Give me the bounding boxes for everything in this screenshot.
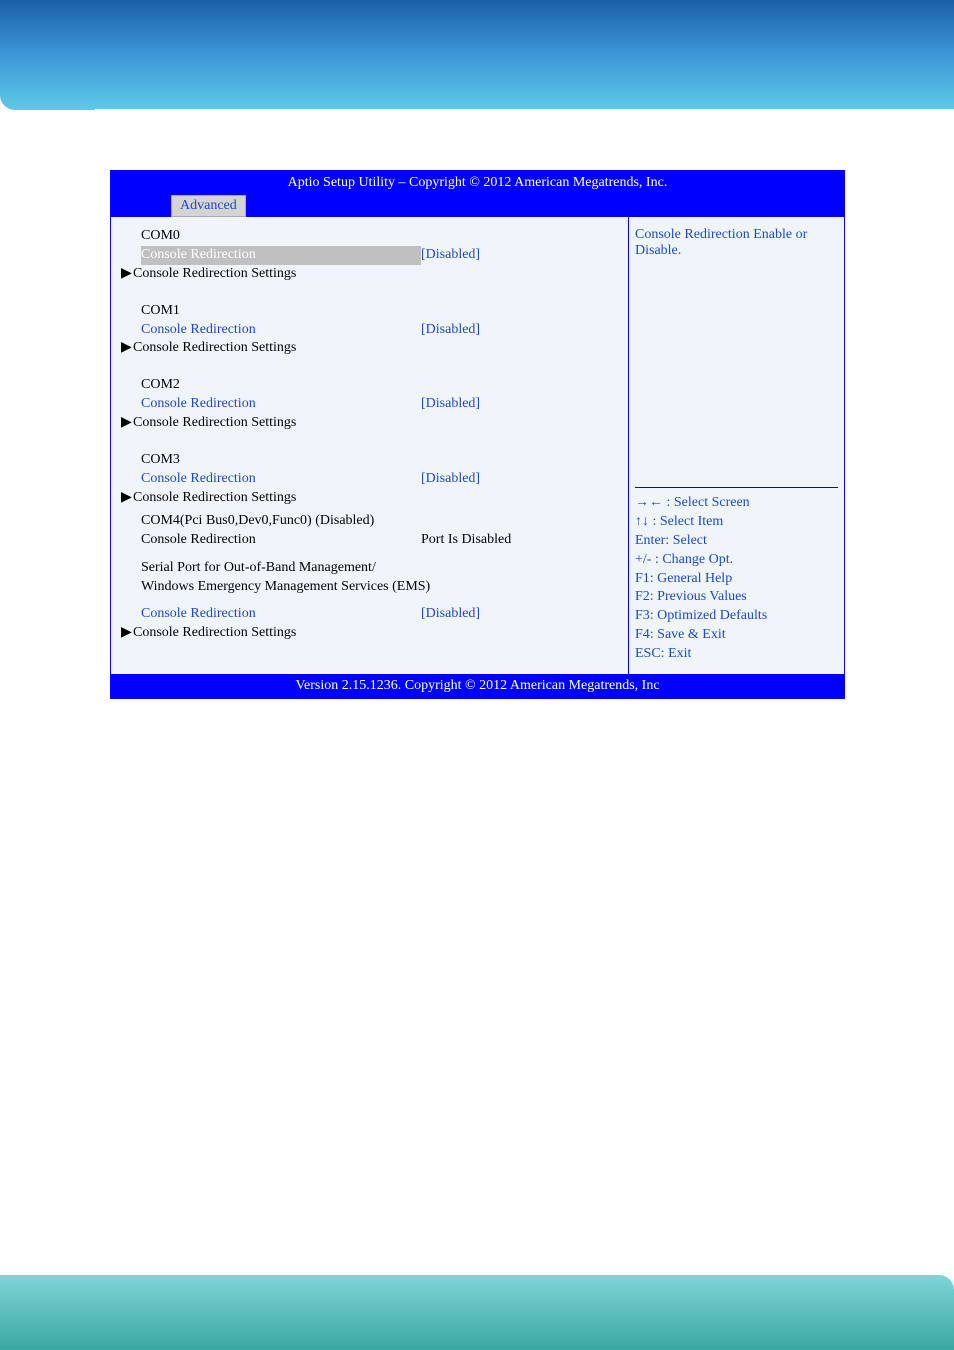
bios-footer: Version 2.15.1236. Copyright © 2012 Amer… <box>111 674 844 698</box>
com3-header: COM3 <box>111 451 628 470</box>
triangle-icon: ▶ <box>121 339 133 358</box>
com4-console-redirection: Console Redirection Port Is Disabled <box>111 531 628 550</box>
com1-redirect-value: [Disabled] <box>421 321 480 340</box>
com0-console-redirection[interactable]: Console Redirection [Disabled] <box>111 246 628 265</box>
triangle-icon: ▶ <box>121 489 133 508</box>
key-esc: ESC: Exit <box>635 645 838 664</box>
com3-redirect-label: Console Redirection <box>141 470 421 489</box>
key-change-opt: +/- : Change Opt. <box>635 551 838 570</box>
triangle-icon: ▶ <box>121 414 133 433</box>
ems-redirect-value: [Disabled] <box>421 605 480 624</box>
com2-header-text: COM2 <box>141 376 180 395</box>
com4-header: COM4(Pci Bus0,Dev0,Func0) (Disabled) <box>111 512 628 531</box>
oob-line1: Serial Port for Out-of-Band Management/ <box>111 559 628 578</box>
key-enter: Enter: Select <box>635 532 838 551</box>
ems-redirect-label: Console Redirection <box>141 605 421 624</box>
com0-redirect-label: Console Redirection <box>141 246 421 265</box>
com3-console-redirection[interactable]: Console Redirection [Disabled] <box>111 470 628 489</box>
com2-settings-label: Console Redirection Settings <box>133 414 296 433</box>
key-select-screen: →← : Select Screen <box>635 494 838 513</box>
com1-group: COM1 Console Redirection [Disabled] ▶ Co… <box>111 302 628 359</box>
com0-header: COM0 <box>111 227 628 246</box>
ems-console-redirection[interactable]: Console Redirection [Disabled] <box>111 605 628 624</box>
help-pane: Console Redirection Enable or Disable. →… <box>629 217 844 674</box>
com4-redirect-label: Console Redirection <box>141 531 421 550</box>
com1-settings-label: Console Redirection Settings <box>133 339 296 358</box>
com3-settings-label: Console Redirection Settings <box>133 489 296 508</box>
com3-header-text: COM3 <box>141 451 180 470</box>
settings-pane: COM0 Console Redirection [Disabled] ▶ Co… <box>111 217 629 674</box>
key-help: →← : Select Screen ↑↓ : Select Item Ente… <box>635 487 838 664</box>
page-header-banner <box>0 0 954 110</box>
key-f2: F2: Previous Values <box>635 588 838 607</box>
triangle-icon: ▶ <box>121 265 133 284</box>
com0-settings[interactable]: ▶ Console Redirection Settings <box>111 265 628 284</box>
com0-header-text: COM0 <box>141 227 180 246</box>
com2-console-redirection[interactable]: Console Redirection [Disabled] <box>111 395 628 414</box>
com3-oob-group: COM3 Console Redirection [Disabled] ▶ Co… <box>111 451 628 643</box>
com0-group: COM0 Console Redirection [Disabled] ▶ Co… <box>111 227 628 284</box>
com1-console-redirection[interactable]: Console Redirection [Disabled] <box>111 321 628 340</box>
tab-advanced[interactable]: Advanced <box>171 195 246 217</box>
oob-line1-text: Serial Port for Out-of-Band Management/ <box>141 559 376 578</box>
item-help-text: Console Redirection Enable or Disable. <box>635 227 838 487</box>
key-f3: F3: Optimized Defaults <box>635 607 838 626</box>
com1-redirect-label: Console Redirection <box>141 321 421 340</box>
com2-redirect-label: Console Redirection <box>141 395 421 414</box>
com0-settings-label: Console Redirection Settings <box>133 265 296 284</box>
com1-settings[interactable]: ▶ Console Redirection Settings <box>111 339 628 358</box>
com2-redirect-value: [Disabled] <box>421 395 480 414</box>
com2-group: COM2 Console Redirection [Disabled] ▶ Co… <box>111 376 628 433</box>
ems-settings[interactable]: ▶ Console Redirection Settings <box>111 624 628 643</box>
com2-settings[interactable]: ▶ Console Redirection Settings <box>111 414 628 433</box>
oob-line2-text: Windows Emergency Management Services (E… <box>141 578 430 597</box>
com3-settings[interactable]: ▶ Console Redirection Settings <box>111 489 628 508</box>
com3-redirect-value: [Disabled] <box>421 470 480 489</box>
com0-redirect-value: [Disabled] <box>421 246 480 265</box>
key-f1: F1: General Help <box>635 570 838 589</box>
key-select-item: ↑↓ : Select Item <box>635 513 838 532</box>
com4-header-text: COM4(Pci Bus0,Dev0,Func0) (Disabled) <box>141 512 374 531</box>
oob-line2: Windows Emergency Management Services (E… <box>111 578 628 597</box>
bios-window: Aptio Setup Utility – Copyright © 2012 A… <box>110 170 845 699</box>
tab-bar: Advanced <box>111 195 844 217</box>
com4-redirect-value: Port Is Disabled <box>421 531 511 550</box>
triangle-icon: ▶ <box>121 624 133 643</box>
ems-settings-label: Console Redirection Settings <box>133 624 296 643</box>
key-f4: F4: Save & Exit <box>635 626 838 645</box>
page-footer-banner <box>0 1275 954 1350</box>
com2-header: COM2 <box>111 376 628 395</box>
com1-header-text: COM1 <box>141 302 180 321</box>
com1-header: COM1 <box>111 302 628 321</box>
bios-title: Aptio Setup Utility – Copyright © 2012 A… <box>111 171 844 195</box>
